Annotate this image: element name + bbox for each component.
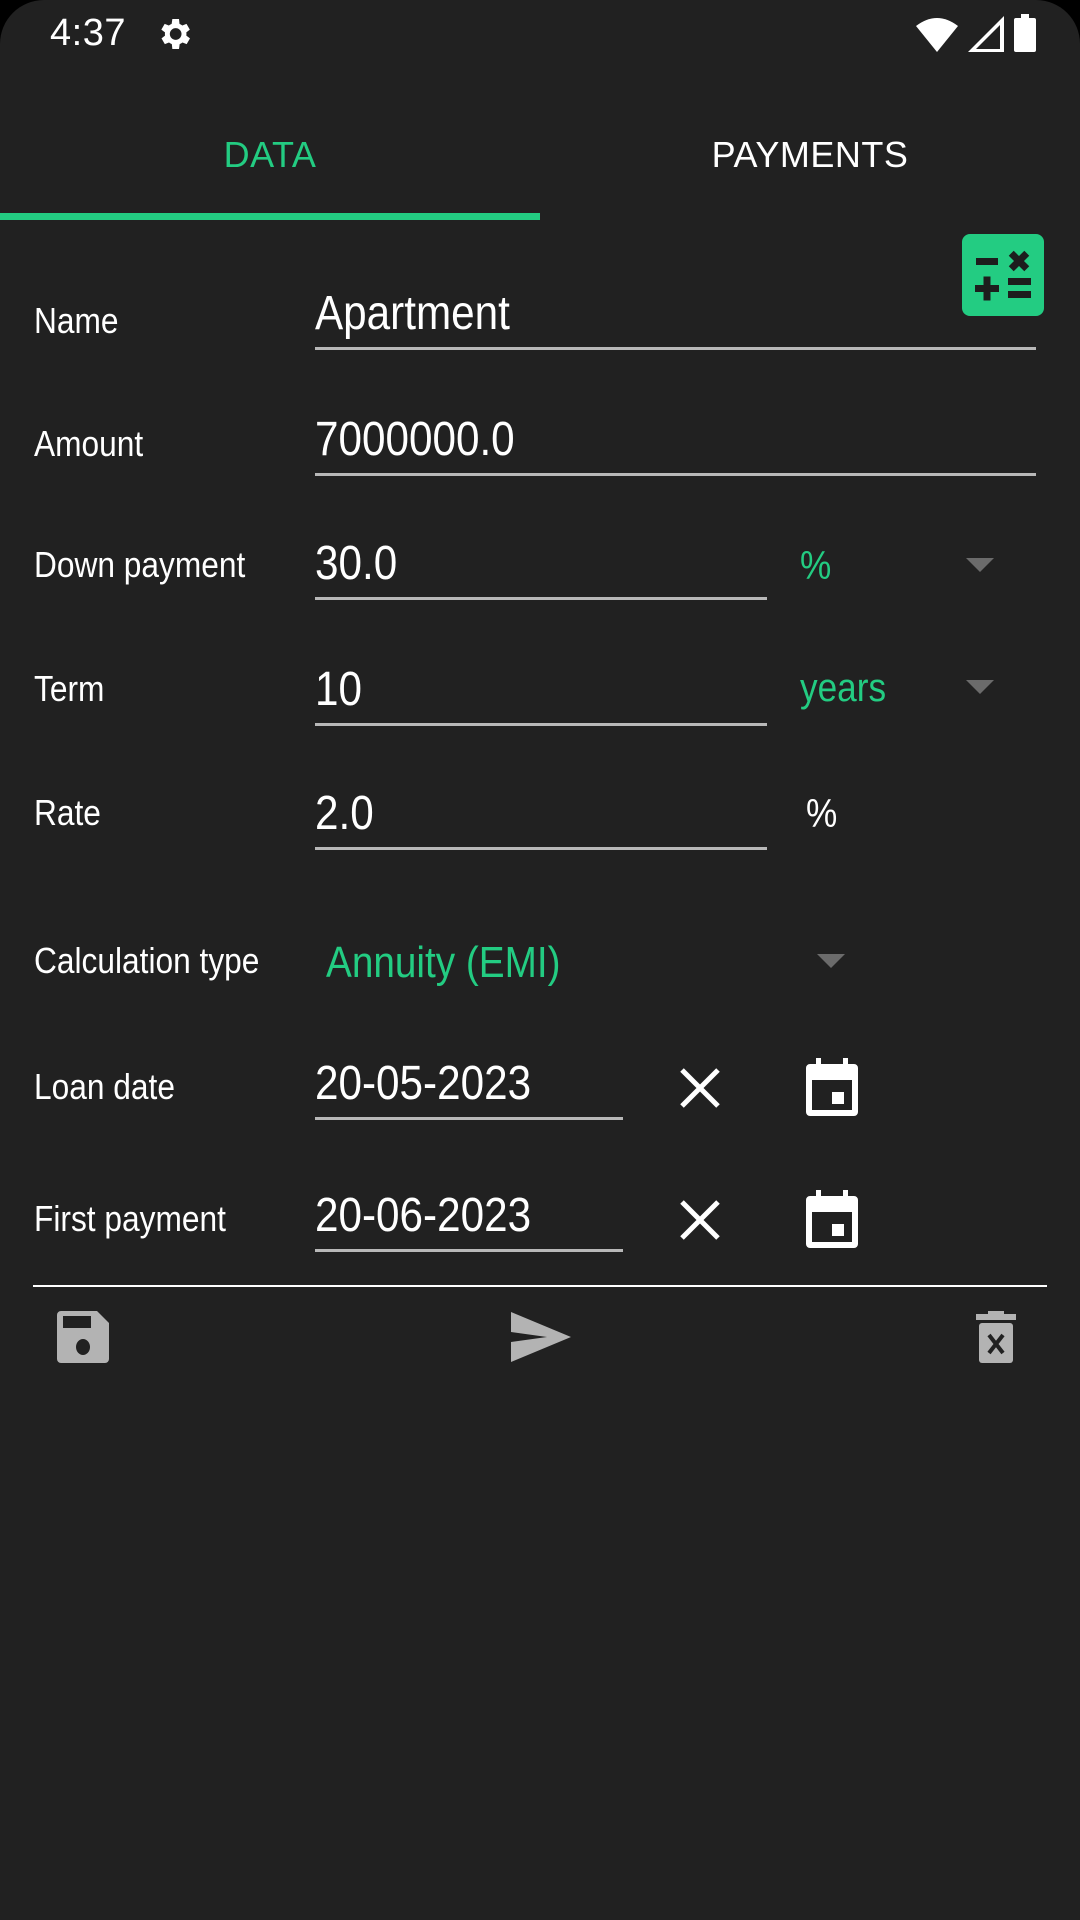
tab-bar: DATA PAYMENTS bbox=[0, 100, 1080, 222]
down-payment-unit-select[interactable]: % bbox=[790, 530, 1010, 600]
amount-row: Amount 7000000.0 bbox=[0, 406, 1080, 486]
term-label: Term bbox=[34, 668, 105, 709]
down-payment-input[interactable]: 30.0 bbox=[315, 530, 767, 600]
first-payment-row: First payment 20-06-2023 bbox=[0, 1182, 1080, 1262]
rate-label: Rate bbox=[34, 792, 101, 833]
gear-icon bbox=[161, 19, 190, 49]
tab-payments[interactable]: PAYMENTS bbox=[540, 100, 1080, 210]
chevron-down-icon bbox=[817, 954, 845, 968]
clear-loan-date-icon[interactable] bbox=[678, 1066, 722, 1110]
battery-icon bbox=[1014, 14, 1036, 52]
calculation-type-value: Annuity (EMI) bbox=[326, 938, 561, 987]
loan-date-row: Loan date 20-05-2023 bbox=[0, 1050, 1080, 1130]
term-input[interactable]: 10 bbox=[315, 656, 767, 726]
rate-row: Rate 2.0 % bbox=[0, 780, 1080, 860]
clear-first-payment-icon[interactable] bbox=[678, 1198, 722, 1242]
divider bbox=[33, 1285, 1047, 1287]
tab-data[interactable]: DATA bbox=[0, 100, 540, 210]
calculation-type-row: Calculation type Annuity (EMI) bbox=[0, 930, 1080, 1000]
rate-unit: % bbox=[806, 792, 838, 836]
signal-icon bbox=[968, 16, 1004, 52]
down-payment-row: Down payment 30.0 % bbox=[0, 530, 1080, 610]
down-payment-label: Down payment bbox=[34, 544, 246, 585]
status-icons bbox=[916, 14, 1036, 52]
calculation-type-label: Calculation type bbox=[34, 940, 260, 981]
calculation-type-select[interactable]: Annuity (EMI) bbox=[320, 930, 860, 1000]
amount-label: Amount bbox=[34, 423, 144, 464]
first-payment-label: First payment bbox=[34, 1198, 226, 1239]
calendar-icon[interactable] bbox=[806, 1058, 858, 1116]
loan-date-label: Loan date bbox=[34, 1066, 175, 1107]
name-row: Name Apartment bbox=[0, 280, 1080, 360]
status-time: 4:37 bbox=[50, 12, 126, 54]
term-unit: years bbox=[800, 666, 887, 710]
name-label: Name bbox=[34, 300, 119, 341]
tab-indicator bbox=[0, 213, 540, 220]
amount-input[interactable]: 7000000.0 bbox=[315, 406, 1036, 476]
calendar-icon[interactable] bbox=[806, 1190, 858, 1248]
rate-input[interactable]: 2.0 bbox=[315, 780, 767, 850]
term-unit-select[interactable]: years bbox=[790, 656, 1010, 726]
chevron-down-icon bbox=[966, 680, 994, 694]
name-input[interactable]: Apartment bbox=[315, 280, 1036, 350]
first-payment-input[interactable]: 20-06-2023 bbox=[315, 1182, 623, 1252]
loan-date-input[interactable]: 20-05-2023 bbox=[315, 1050, 623, 1120]
wifi-icon bbox=[916, 18, 958, 52]
delete-icon[interactable] bbox=[976, 1311, 1016, 1363]
save-icon[interactable] bbox=[57, 1311, 109, 1363]
chevron-down-icon bbox=[966, 558, 994, 572]
screen: 4:37 DATA PAYMENTS Name Apartment Amount… bbox=[0, 0, 1080, 1920]
status-bar: 4:37 bbox=[0, 0, 1080, 66]
term-row: Term 10 years bbox=[0, 656, 1080, 736]
send-icon[interactable] bbox=[511, 1312, 571, 1362]
down-payment-unit: % bbox=[800, 544, 832, 588]
